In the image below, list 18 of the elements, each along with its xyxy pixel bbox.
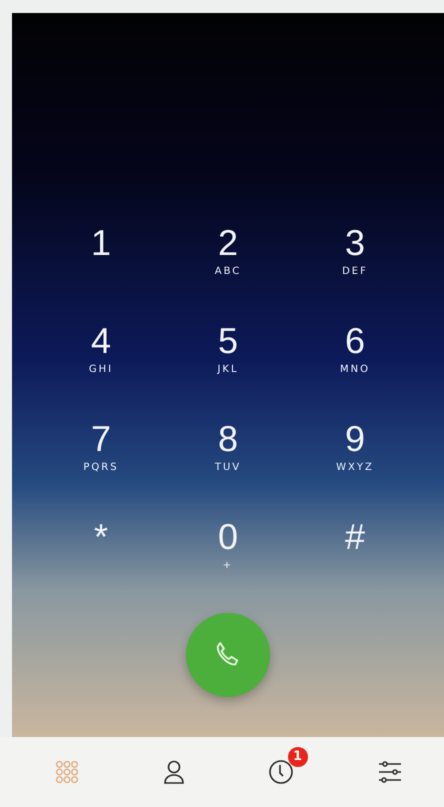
tab-button[interactable]: 1 <box>254 747 308 797</box>
sliders-icon <box>376 759 402 785</box>
dial-key[interactable]: 6 MNO <box>292 319 418 389</box>
dial-key[interactable]: 1 <box>38 221 164 291</box>
dial-key[interactable]: 8 TUV <box>164 417 292 487</box>
notification-count: 1 <box>288 747 308 767</box>
dial-key[interactable]: 2 ABC <box>164 221 292 291</box>
clock-icon <box>268 759 294 785</box>
dial-key[interactable]: 5 JKL <box>164 319 292 389</box>
person-icon <box>162 759 184 785</box>
dial-key[interactable]: 3 DEF <box>292 221 418 291</box>
dial-key[interactable]: 0 + <box>164 515 292 585</box>
dial-key[interactable]: 9 WXYZ <box>292 417 418 487</box>
dial-key[interactable]: 7 PQRS <box>38 417 164 487</box>
dial-key[interactable]: * <box>38 515 164 585</box>
dial-key[interactable]: # <box>292 515 418 585</box>
dial-key[interactable]: 4 GHI <box>38 319 164 389</box>
keypad-icon <box>54 759 80 785</box>
